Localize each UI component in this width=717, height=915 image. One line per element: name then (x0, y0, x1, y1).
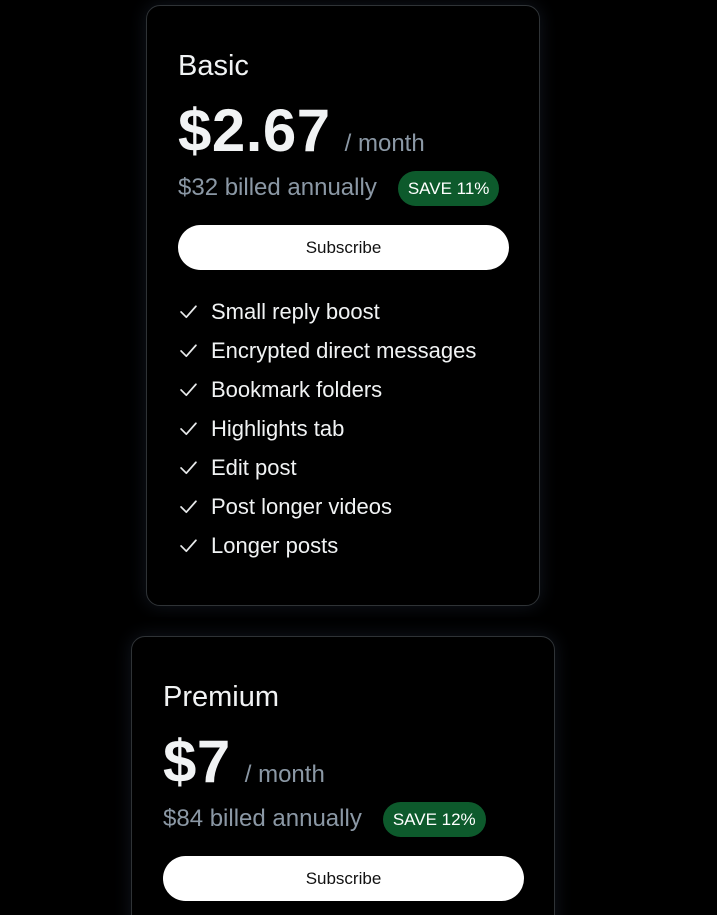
feature-label: Bookmark folders (211, 376, 383, 402)
plan-name: Basic (178, 50, 249, 82)
feature-label: Encrypted direct messages (211, 337, 477, 363)
billing-text: $32 billed annually (178, 174, 377, 201)
feature-item: Highlights tab (178, 409, 509, 448)
price-row: $7 / month (163, 732, 524, 794)
check-icon (180, 383, 197, 397)
check-icon (180, 539, 197, 553)
price-period: / month (244, 761, 325, 788)
check-icon (180, 461, 197, 475)
check-icon (180, 305, 197, 319)
save-badge: SAVE 12% (382, 801, 486, 837)
feature-item: Longer posts (178, 526, 509, 565)
plan-card-premium: Premium $7 / month $84 billed annually S… (131, 636, 555, 915)
price-row: $2.67 / month (178, 101, 509, 163)
feature-item: Edit post (178, 448, 509, 487)
plan-price: $7 (163, 728, 231, 795)
pricing-page: Basic $2.67 / month $32 billed annually … (0, 0, 717, 915)
feature-label: Post longer videos (211, 493, 392, 519)
plan-card-basic: Basic $2.67 / month $32 billed annually … (146, 5, 540, 606)
feature-list: Small reply boost Encrypted direct messa… (178, 292, 509, 565)
feature-label: Edit post (211, 454, 297, 480)
feature-item: Encrypted direct messages (178, 331, 509, 370)
feature-item: Post longer videos (178, 487, 509, 526)
subscribe-button-premium[interactable]: Subscribe (163, 856, 524, 901)
plan-name: Premium (163, 681, 280, 713)
feature-item: Bookmark folders (178, 370, 509, 409)
billing-row: $32 billed annually SAVE 11% (178, 170, 509, 206)
feature-label: Highlights tab (211, 415, 345, 441)
save-badge: SAVE 11% (397, 170, 500, 206)
billing-text: $84 billed annually (163, 805, 362, 832)
plan-price: $2.67 (178, 97, 331, 164)
price-period: / month (344, 130, 425, 157)
feature-label: Longer posts (211, 532, 339, 558)
check-icon (180, 500, 197, 514)
feature-item: Small reply boost (178, 292, 509, 331)
subscribe-button-basic[interactable]: Subscribe (178, 225, 509, 270)
billing-row: $84 billed annually SAVE 12% (163, 801, 524, 837)
check-icon (180, 422, 197, 436)
check-icon (180, 344, 197, 358)
feature-label: Small reply boost (211, 298, 380, 324)
